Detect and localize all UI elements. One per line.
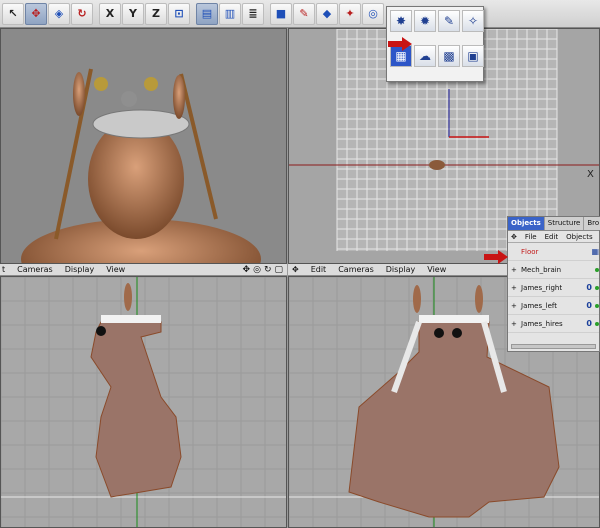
menu-view[interactable]: View <box>106 265 125 274</box>
target-camera-icon[interactable]: ✹ <box>414 10 436 32</box>
object-name: James_hires <box>521 319 563 328</box>
scale-tool-icon[interactable]: ◈ <box>48 2 70 25</box>
sky-icon[interactable]: ☁ <box>414 45 436 67</box>
pan-icon[interactable]: ✥ <box>243 265 251 275</box>
floor-tag-icon: ▦ <box>591 247 599 256</box>
menu-edit[interactable]: Edit <box>311 265 327 274</box>
object-name: Mech_brain <box>521 265 562 274</box>
objects-manager: Objects Structure Bro ✥ File Edit Object… <box>507 216 600 352</box>
menu-view[interactable]: View <box>427 265 446 274</box>
light-icon[interactable]: ✎ <box>438 10 460 32</box>
z-axis-lock-icon[interactable]: Z <box>145 2 167 25</box>
menu-cut[interactable]: t <box>2 265 5 274</box>
tab-browser[interactable]: Bro <box>584 217 600 230</box>
y-axis-lock-icon[interactable]: Y <box>122 2 144 25</box>
x-axis-label: X <box>587 169 594 180</box>
object-row-james-hires[interactable]: + James_hires 0 <box>508 315 599 333</box>
floor-pointer-arrow <box>498 250 508 264</box>
menu-edit[interactable]: Edit <box>545 233 559 241</box>
right-viewport[interactable] <box>0 276 287 528</box>
object-name: Floor <box>521 247 539 256</box>
x-axis-lock-icon[interactable]: X <box>99 2 121 25</box>
spot-light-icon[interactable]: ✧ <box>462 10 484 32</box>
phong-tag: 0 <box>586 301 592 310</box>
visibility-dot[interactable] <box>595 267 599 272</box>
menu-display[interactable]: Display <box>65 265 95 274</box>
tab-objects[interactable]: Objects <box>508 217 545 230</box>
environment-icon[interactable]: ▩ <box>438 45 460 67</box>
objects-arrow-icon[interactable]: ✥ <box>511 233 517 241</box>
cube-primitive-icon[interactable]: ■ <box>270 2 292 25</box>
object-row-mech-brain[interactable]: + Mech_brain <box>508 261 599 279</box>
move-tool-icon[interactable]: ✥ <box>25 2 47 25</box>
perspective-render <box>1 29 286 263</box>
object-name: James_left <box>521 301 557 310</box>
menu-objects[interactable]: Objects <box>566 233 592 241</box>
array-tool-icon[interactable]: ✦ <box>339 2 361 25</box>
phong-tag: 0 <box>586 283 592 292</box>
nurbs-tool-icon[interactable]: ◆ <box>316 2 338 25</box>
render-picture-viewer-icon[interactable]: ▥ <box>219 2 241 25</box>
coordinate-system-icon[interactable]: ⊡ <box>168 2 190 25</box>
render-view-icon[interactable]: ▤ <box>196 2 218 25</box>
visibility-dot[interactable] <box>595 285 599 290</box>
background-icon[interactable]: ▣ <box>462 45 484 67</box>
object-name: James_right <box>521 283 563 292</box>
perspective-viewport[interactable] <box>0 28 287 264</box>
object-row-james-left[interactable]: + James_left 0 <box>508 297 599 315</box>
objects-scrollbar[interactable] <box>511 344 596 349</box>
zoom-icon[interactable]: ◎ <box>253 265 261 275</box>
spline-tool-icon[interactable]: ✎ <box>293 2 315 25</box>
right-viewport-menubar: t Cameras Display View ✥ ◎ ↻ ▢ <box>0 264 287 276</box>
right-wireframe <box>1 277 286 527</box>
visibility-dot[interactable] <box>595 321 599 326</box>
viewport-arrow-icon[interactable]: ✥ <box>292 265 299 274</box>
visibility-dot[interactable] <box>595 303 599 308</box>
object-row-james-right[interactable]: + James_right 0 <box>508 279 599 297</box>
floor-pointer-bar <box>484 254 498 260</box>
palette-pointer-bar <box>388 41 402 47</box>
deformer-icon[interactable]: ◎ <box>362 2 384 25</box>
menu-file[interactable]: File <box>525 233 537 241</box>
menu-display[interactable]: Display <box>386 265 416 274</box>
render-settings-icon[interactable]: ≣ <box>242 2 264 25</box>
menu-cameras[interactable]: Cameras <box>17 265 53 274</box>
object-row-floor[interactable]: Floor ▦ <box>508 243 599 261</box>
menu-cameras[interactable]: Cameras <box>338 265 374 274</box>
phong-tag: 0 <box>586 319 592 328</box>
select-tool-icon[interactable]: ↖ <box>2 2 24 25</box>
rotate-view-icon[interactable]: ↻ <box>264 265 272 275</box>
tab-structure[interactable]: Structure <box>544 217 585 230</box>
main-toolbar: ↖ ✥ ◈ ↻ X Y Z ⊡ ▤ ▥ ≣ ■ ✎ ◆ ✦ ◎ <box>0 0 600 28</box>
palette-pointer-arrow <box>402 37 412 51</box>
rotate-tool-icon[interactable]: ↻ <box>71 2 93 25</box>
camera-icon[interactable]: ✸ <box>390 10 412 32</box>
maximize-icon[interactable]: ▢ <box>274 265 283 275</box>
